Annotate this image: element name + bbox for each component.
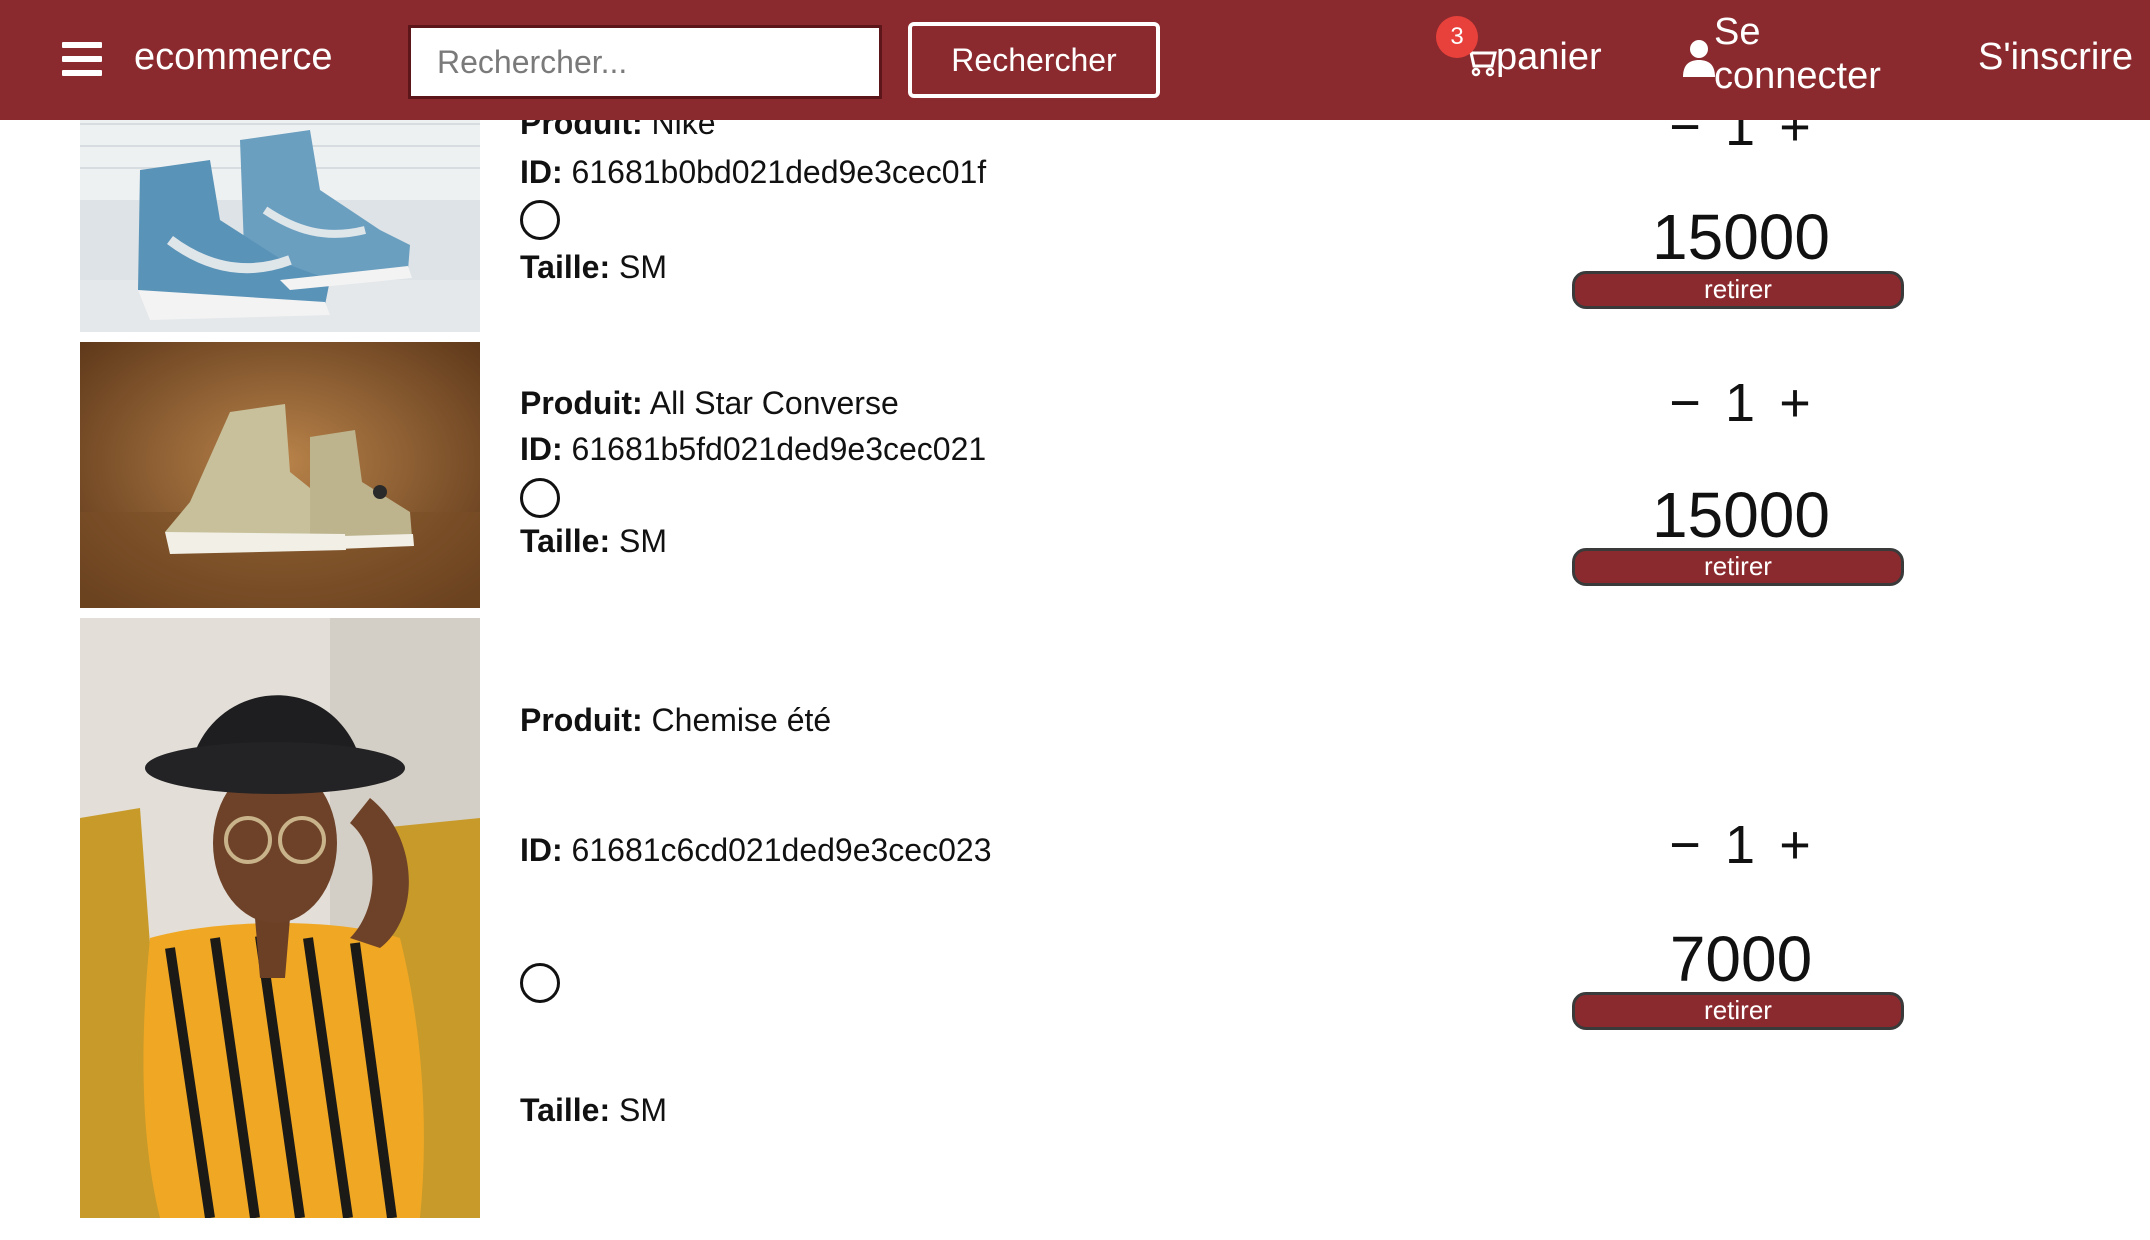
product-size: SM — [618, 1092, 667, 1128]
product-id-line: ID: 61681b0bd021ded9e3cec01f — [520, 154, 987, 190]
remove-button[interactable]: retirer — [1572, 992, 1904, 1030]
decrease-quantity-button[interactable]: − — [1660, 814, 1710, 876]
product-name-line: Produit: All Star Converse — [520, 385, 899, 421]
product-name-line: Produit: Chemise été — [520, 702, 832, 738]
increase-quantity-button[interactable]: + — [1770, 814, 1820, 876]
product-size-line: Taille: SM — [520, 1092, 667, 1128]
register-link[interactable]: S'inscrire — [1978, 36, 2133, 79]
product-size-line: Taille: SM — [520, 523, 667, 559]
cart-item: Produit: All Star Converse ID: 61681b5fd… — [0, 340, 2150, 610]
product-image — [80, 618, 480, 1218]
login-label-line1: Se — [1714, 11, 1761, 53]
increase-quantity-button[interactable]: + — [1770, 372, 1820, 434]
product-name: Chemise été — [651, 702, 832, 738]
decrease-quantity-button[interactable]: − — [1660, 372, 1710, 434]
remove-button[interactable]: retirer — [1572, 548, 1904, 586]
cart-label: panier — [1496, 36, 1602, 78]
search-input[interactable] — [408, 25, 882, 99]
login-label-line2: connecter — [1714, 55, 1881, 97]
quantity-value: 1 — [1724, 373, 1756, 433]
product-id-line: ID: 61681c6cd021ded9e3cec023 — [520, 832, 992, 868]
login-label: Se connecter — [1714, 10, 1881, 98]
quantity-stepper: − 1 + — [1660, 814, 1820, 876]
product-name: All Star Converse — [649, 385, 899, 421]
product-id-line: ID: 61681b5fd021ded9e3cec021 — [520, 431, 987, 467]
product-id: 61681b0bd021ded9e3cec01f — [571, 154, 987, 190]
product-id: 61681b5fd021ded9e3cec021 — [571, 431, 987, 467]
quantity-value: 1 — [1724, 815, 1756, 875]
product-radio[interactable] — [520, 963, 560, 1003]
search-button[interactable]: Rechercher — [908, 22, 1160, 98]
top-navbar: ecommerce Rechercher panier 3 Se connect… — [0, 0, 2150, 120]
quantity-stepper: − 1 + — [1660, 372, 1820, 434]
login-link[interactable]: Se connecter — [1678, 10, 1908, 100]
product-price: 7000 — [1669, 923, 1813, 995]
product-radio[interactable] — [520, 200, 560, 240]
product-size: SM — [618, 249, 667, 285]
remove-button[interactable]: retirer — [1572, 271, 1904, 309]
product-image — [80, 342, 480, 608]
cart-item: Produit: Chemise été ID: 61681c6cd021ded… — [0, 616, 2150, 1220]
brand-logo[interactable]: ecommerce — [134, 36, 333, 79]
product-size: SM — [618, 523, 667, 559]
product-price: 15000 — [1652, 479, 1830, 551]
user-icon — [1683, 40, 1715, 77]
product-id: 61681c6cd021ded9e3cec023 — [571, 832, 992, 868]
product-radio[interactable] — [520, 478, 560, 518]
product-price: 15000 — [1652, 201, 1830, 273]
cart-count-badge: 3 — [1436, 16, 1478, 58]
product-size-line: Taille: SM — [520, 249, 667, 285]
hamburger-menu-icon[interactable] — [62, 42, 102, 76]
